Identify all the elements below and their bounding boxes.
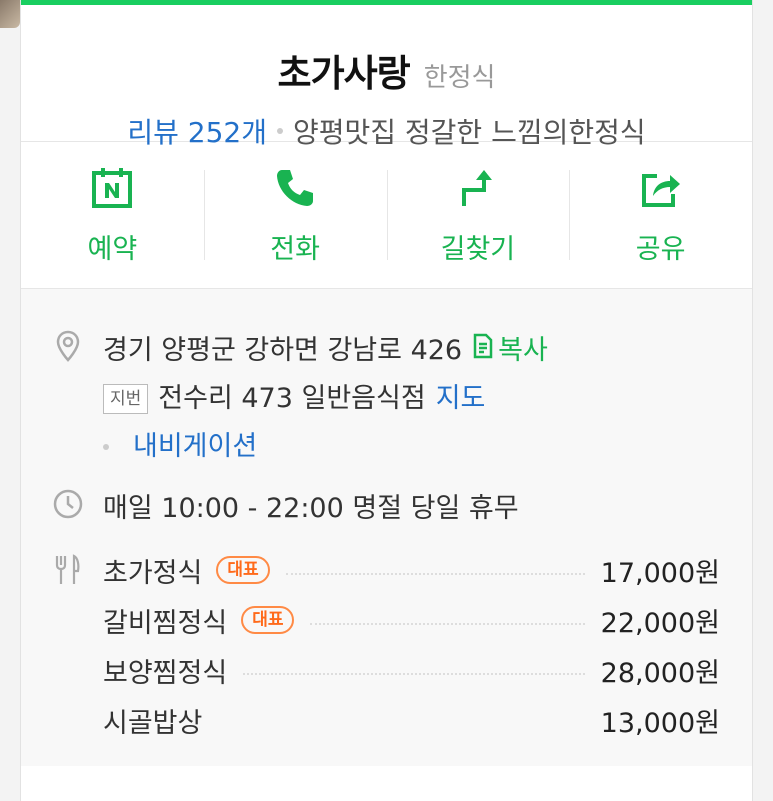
- menu-item-price: 28,000원: [600, 657, 720, 689]
- menu-item: 시골밥상 13,000원: [103, 695, 752, 745]
- business-hours: 매일 10:00 - 22:00 명절 당일 휴무: [103, 493, 519, 524]
- menu-item: 갈비찜정식 대표 22,000원: [103, 595, 752, 645]
- location-pin-icon: [51, 329, 85, 363]
- copy-label: 복사: [498, 335, 548, 366]
- signature-badge: 대표: [241, 606, 295, 634]
- place-title: 초가사랑: [277, 52, 411, 95]
- menu-item-name: 초가정식: [103, 557, 203, 589]
- address-section: 경기 양평군 강하면 강남로 426 복사 지번 전수리 473 일반음식점 지…: [21, 327, 752, 471]
- menu-item: 초가정식 대표 17,000원: [103, 545, 752, 595]
- menu-item-price: 22,000원: [600, 607, 720, 639]
- road-address: 경기 양평군 강하면 강남로 426: [103, 335, 463, 366]
- reserve-button[interactable]: 예약: [21, 142, 204, 288]
- place-details: 경기 양평군 강하면 강남로 426 복사 지번 전수리 473 일반음식점 지…: [21, 289, 752, 766]
- menu-section: 초가정식 대표 17,000원 갈비찜정식 대표 22,000원 보양찜정식 2…: [21, 545, 752, 745]
- phone-icon: [272, 165, 318, 211]
- signature-badge: 대표: [216, 556, 270, 584]
- place-card: 초가사랑 한정식 리뷰 252개 양평맛집 정갈한 느낌의한정식 예약 전화 길…: [20, 0, 753, 801]
- share-icon: [638, 165, 684, 211]
- call-label: 전화: [270, 233, 320, 265]
- action-bar: 예약 전화 길찾기 공유: [21, 142, 752, 288]
- copy-address-button[interactable]: 복사: [472, 327, 548, 375]
- place-header: 초가사랑 한정식 리뷰 252개 양평맛집 정갈한 느낌의한정식: [21, 5, 752, 149]
- separator-dot: [276, 128, 283, 134]
- directions-button[interactable]: 길찾기: [386, 142, 570, 288]
- share-label: 공유: [635, 233, 686, 265]
- share-button[interactable]: 공유: [569, 142, 752, 288]
- menu-item-name: 시골밥상: [103, 707, 203, 739]
- menu-item-price: 13,000원: [600, 707, 720, 739]
- menu-item-price: 17,000원: [600, 557, 720, 589]
- navigation-link[interactable]: 내비게이션: [133, 423, 257, 471]
- fork-knife-icon: [51, 553, 85, 587]
- hours-section: 매일 10:00 - 22:00 명절 당일 휴무: [21, 485, 752, 533]
- copy-icon: [472, 327, 494, 375]
- directions-label: 길찾기: [440, 233, 516, 265]
- map-link[interactable]: 지도: [436, 375, 486, 423]
- menu-item: 보양찜정식 28,000원: [103, 645, 752, 695]
- place-category: 한정식: [423, 63, 496, 93]
- directions-icon: [455, 165, 501, 211]
- menu-item-name: 보양찜정식: [103, 657, 228, 689]
- clock-icon: [51, 487, 85, 521]
- lot-address: 전수리 473 일반음식점: [158, 383, 426, 414]
- naver-booking-icon: [89, 165, 135, 211]
- avatar: [0, 0, 20, 28]
- menu-item-name: 갈비찜정식: [103, 607, 228, 639]
- lot-address-badge: 지번: [103, 384, 149, 414]
- call-button[interactable]: 전화: [203, 142, 387, 288]
- reserve-label: 예약: [87, 233, 138, 265]
